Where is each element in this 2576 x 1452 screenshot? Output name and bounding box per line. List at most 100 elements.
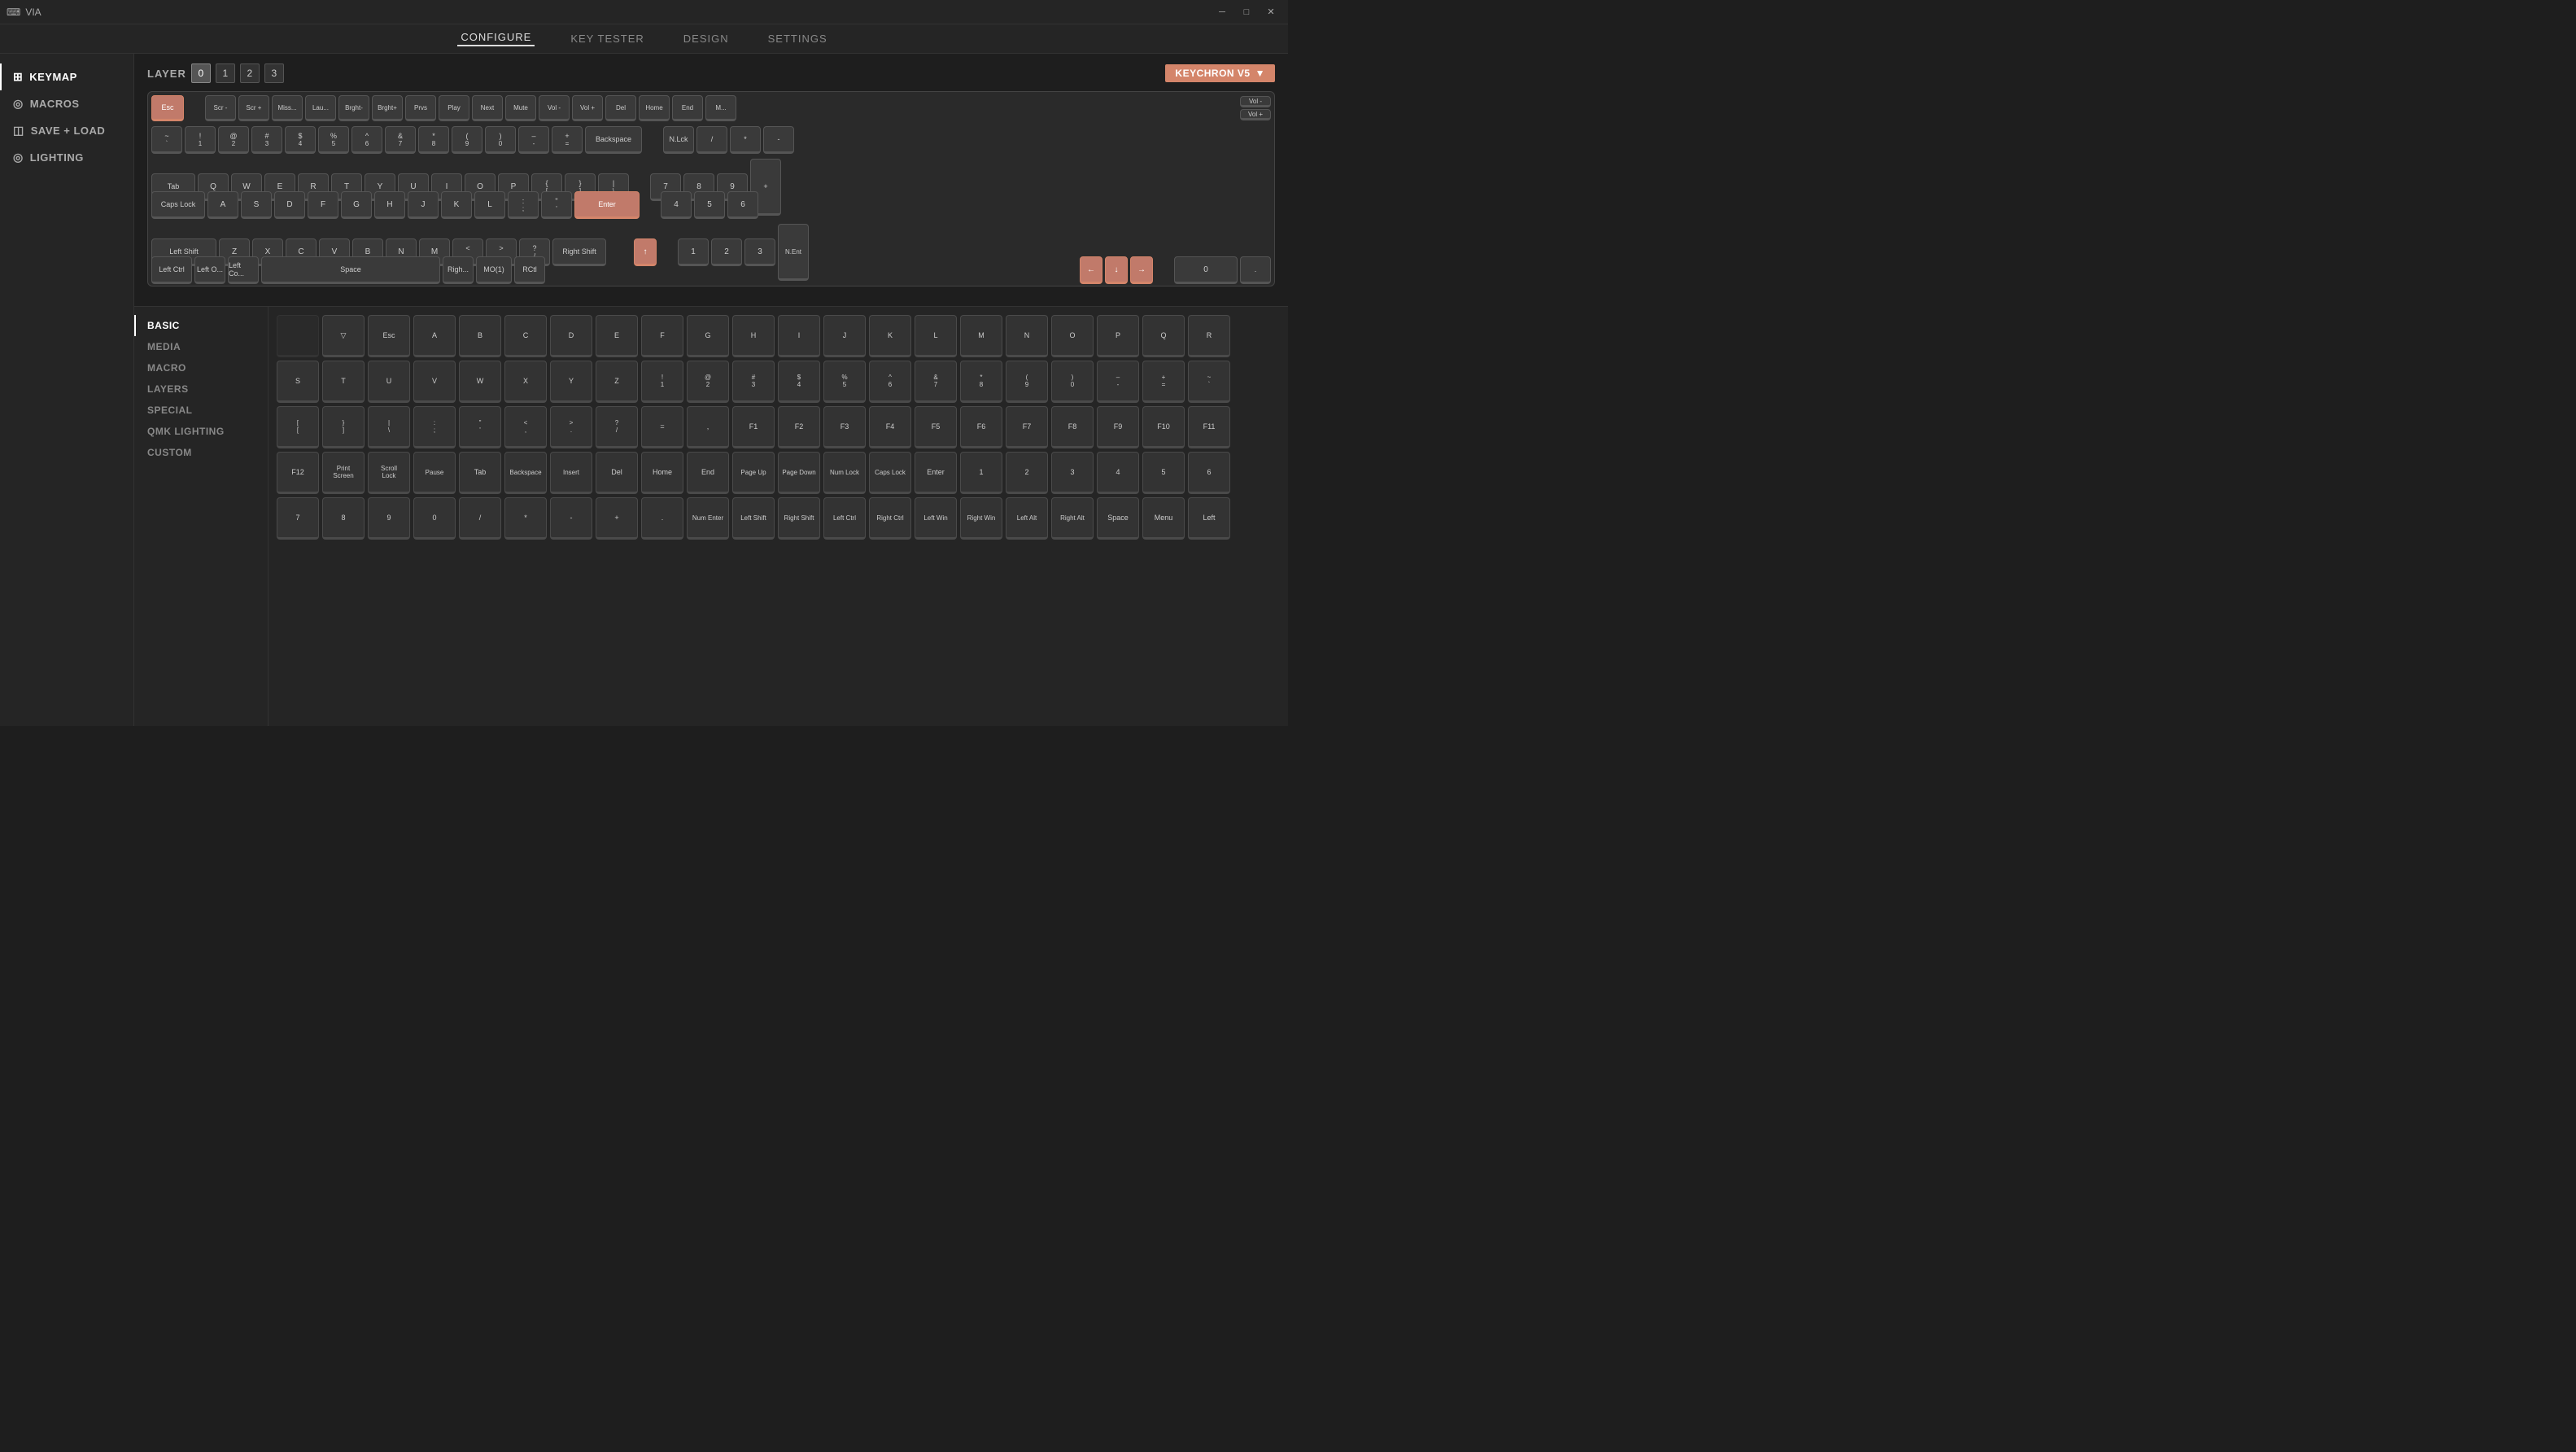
grid-key-menu[interactable]: Menu (1142, 497, 1185, 540)
grid-key-left-win[interactable]: Left Win (915, 497, 957, 540)
key-1[interactable]: !1 (185, 126, 216, 154)
grid-key-home[interactable]: Home (641, 452, 683, 494)
key-f[interactable]: F (308, 191, 338, 219)
key-end-fn[interactable]: End (672, 95, 703, 121)
grid-key-left[interactable]: Left (1188, 497, 1230, 540)
grid-key-rpar-0[interactable]: )0 (1051, 361, 1094, 403)
nav-design[interactable]: DESIGN (680, 33, 732, 45)
grid-key-x[interactable]: X (504, 361, 547, 403)
sidebar-item-save-load[interactable]: ◫ SAVE + LOAD (0, 117, 133, 144)
grid-key-scroll-lock[interactable]: ScrollLock (368, 452, 410, 494)
key-left[interactable]: ← (1080, 256, 1102, 284)
grid-key-s[interactable]: S (277, 361, 319, 403)
grid-key-space[interactable]: Space (1097, 497, 1139, 540)
key-rctl[interactable]: RCtl (514, 256, 545, 284)
grid-key-left-ctrl[interactable]: Left Ctrl (823, 497, 866, 540)
sidebar-item-lighting[interactable]: ◎ LIGHTING (0, 144, 133, 171)
grid-key-right-ctrl[interactable]: Right Ctrl (869, 497, 911, 540)
keymap-section-macro[interactable]: MACRO (134, 357, 268, 378)
grid-key-b[interactable]: B (459, 315, 501, 357)
grid-key-plus-eq[interactable]: += (1142, 361, 1185, 403)
key-8[interactable]: *8 (418, 126, 449, 154)
grid-key-p[interactable]: P (1097, 315, 1139, 357)
grid-key-h[interactable]: H (732, 315, 775, 357)
grid-key-pct-5[interactable]: %5 (823, 361, 866, 403)
grid-key-lbr-lbr[interactable]: [ [ (277, 406, 319, 448)
grid-key-tilde-bt[interactable]: ~` (1188, 361, 1230, 403)
key-4np[interactable]: 4 (661, 191, 692, 219)
grid-key-r[interactable]: R (1188, 315, 1230, 357)
key-vol-minus[interactable]: Vol - (539, 95, 570, 121)
key-colon[interactable]: :; (508, 191, 539, 219)
key-vol-minus2[interactable]: Vol - (1240, 96, 1271, 107)
key-right[interactable]: → (1130, 256, 1153, 284)
key-m[interactable]: M... (705, 95, 736, 121)
grid-key-t[interactable]: T (322, 361, 365, 403)
grid-key-f5[interactable]: F5 (915, 406, 957, 448)
key-brght-plus[interactable]: Brght+ (372, 95, 403, 121)
grid-key-left-shift[interactable]: Left Shift (732, 497, 775, 540)
keymap-section-special[interactable]: SPECIAL (134, 400, 268, 421)
grid-key-f12[interactable]: F12 (277, 452, 319, 494)
grid-key-star-8[interactable]: *8 (960, 361, 1002, 403)
grid-key-f8[interactable]: F8 (1051, 406, 1094, 448)
grid-key-dollar-4[interactable]: $4 (778, 361, 820, 403)
key-s[interactable]: S (241, 191, 272, 219)
key-g[interactable]: G (341, 191, 372, 219)
grid-key-i[interactable]: I (778, 315, 820, 357)
close-button[interactable]: ✕ (1260, 4, 1281, 20)
grid-key-v[interactable]: V (413, 361, 456, 403)
keymap-section-layers[interactable]: LAYERS (134, 378, 268, 400)
key-equal[interactable]: += (552, 126, 583, 154)
grid-key-caret-6[interactable]: ^6 (869, 361, 911, 403)
key-vol-plus[interactable]: Vol + (572, 95, 603, 121)
grid-key-end[interactable]: End (687, 452, 729, 494)
key-tilde[interactable]: ~` (151, 126, 182, 154)
grid-key-m[interactable]: M (960, 315, 1002, 357)
grid-key-dot-n[interactable]: . (641, 497, 683, 540)
grid-key-page-down[interactable]: Page Down (778, 452, 820, 494)
nav-settings[interactable]: SETTINGS (765, 33, 831, 45)
grid-key-left-alt[interactable]: Left Alt (1006, 497, 1048, 540)
key-mute[interactable]: Mute (505, 95, 536, 121)
key-next[interactable]: Next (472, 95, 503, 121)
grid-key-tab[interactable]: Tab (459, 452, 501, 494)
grid-key-9n[interactable]: 9 (368, 497, 410, 540)
grid-key-4n[interactable]: 4 (1097, 452, 1139, 494)
grid-key-plus-n[interactable]: + (596, 497, 638, 540)
grid-key-5n[interactable]: 5 (1142, 452, 1185, 494)
keymap-section-custom[interactable]: CUSTOM (134, 442, 268, 463)
key-play[interactable]: Play (439, 95, 469, 121)
key-brght-minus[interactable]: Brght- (338, 95, 369, 121)
grid-key-excl-1[interactable]: !1 (641, 361, 683, 403)
layer-btn-0[interactable]: 0 (191, 63, 211, 83)
grid-key-right-win[interactable]: Right Win (960, 497, 1002, 540)
grid-key-e[interactable]: E (596, 315, 638, 357)
layer-btn-1[interactable]: 1 (216, 63, 235, 83)
grid-key-f11[interactable]: F11 (1188, 406, 1230, 448)
sidebar-item-macros[interactable]: ◎ MACROS (0, 90, 133, 117)
grid-key-pipe-bs[interactable]: |\ (368, 406, 410, 448)
grid-key-y[interactable]: Y (550, 361, 592, 403)
grid-key-num-enter[interactable]: Num Enter (687, 497, 729, 540)
grid-key-page-up[interactable]: Page Up (732, 452, 775, 494)
nav-key-tester[interactable]: KEY TESTER (567, 33, 647, 45)
grid-key-num-lock[interactable]: Num Lock (823, 452, 866, 494)
key-9[interactable]: (9 (452, 126, 482, 154)
key-j[interactable]: J (408, 191, 439, 219)
grid-key-amp-7[interactable]: &7 (915, 361, 957, 403)
grid-key-print-screen[interactable]: PrintScreen (322, 452, 365, 494)
key-5np[interactable]: 5 (694, 191, 725, 219)
sidebar-item-keymap[interactable]: ⊞ KEYMAP (0, 63, 133, 90)
grid-key-star-n[interactable]: * (504, 497, 547, 540)
key-slash-np[interactable]: / (696, 126, 727, 154)
key-h[interactable]: H (374, 191, 405, 219)
key-del-fn[interactable]: Del (605, 95, 636, 121)
grid-key-f1[interactable]: F1 (732, 406, 775, 448)
grid-key-a[interactable]: A (413, 315, 456, 357)
key-scr-plus[interactable]: Scr + (238, 95, 269, 121)
key-capslock[interactable]: Caps Lock (151, 191, 205, 219)
key-a[interactable]: A (207, 191, 238, 219)
grid-key-enter[interactable]: Enter (915, 452, 957, 494)
key-prvs[interactable]: Prvs (405, 95, 436, 121)
